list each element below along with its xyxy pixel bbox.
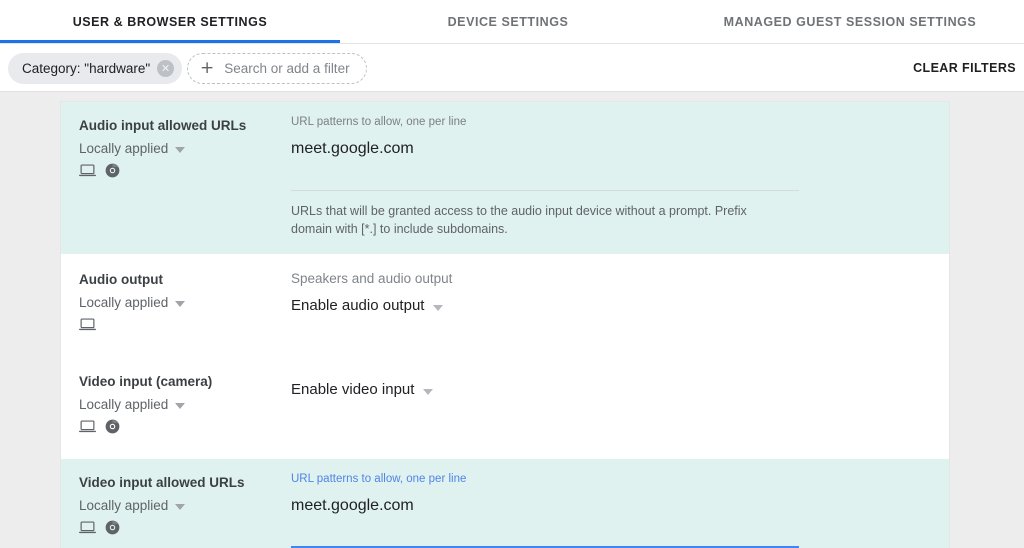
clear-filters-button[interactable]: CLEAR FILTERS	[913, 44, 1016, 92]
policy-scope-label: Locally applied	[79, 295, 169, 310]
field-help-text: URLs that will be granted access to the …	[291, 204, 747, 236]
policy-scope-selector[interactable]: Locally applied	[79, 293, 186, 312]
laptop-icon	[79, 419, 96, 439]
policy-scope-label: Locally applied	[79, 141, 169, 156]
add-filter-input[interactable]: + Search or add a filter	[187, 53, 367, 84]
add-filter-placeholder: Search or add a filter	[224, 61, 350, 76]
settings-tab-bar: USER & BROWSER SETTINGS DEVICE SETTINGS …	[0, 0, 1024, 44]
policy-name: Video input allowed URLs	[79, 475, 245, 490]
policy-scope-selector[interactable]: Locally applied	[79, 139, 186, 158]
chevron-down-icon	[433, 304, 444, 311]
close-icon[interactable]: ✕	[157, 60, 175, 77]
policy-platform-icons	[79, 317, 291, 337]
policy-name: Audio input allowed URLs	[79, 118, 247, 133]
tab-user-browser-settings[interactable]: USER & BROWSER SETTINGS	[0, 15, 340, 29]
policy-scope-label: Locally applied	[79, 498, 169, 513]
chevron-down-icon	[423, 388, 434, 395]
video-input-select[interactable]: Enable video input	[291, 379, 434, 401]
policy-scope-label: Locally applied	[79, 397, 169, 412]
chevron-down-icon	[175, 146, 186, 153]
filter-chip-label: Category: "hardware"	[22, 61, 151, 76]
policy-value-area: Speakers and audio output Enable audio o…	[291, 269, 949, 335]
url-patterns-textarea[interactable]: meet.google.com	[291, 138, 919, 160]
plus-icon: +	[200, 58, 215, 78]
policy-platform-icons	[79, 419, 291, 439]
policy-scope-selector[interactable]: Locally applied	[79, 496, 186, 515]
policy-name: Audio output	[79, 272, 163, 287]
field-static-label: Speakers and audio output	[291, 271, 453, 286]
policy-row-video-input-allowed-urls[interactable]: Video input allowed URLs Locally applied	[61, 459, 949, 548]
filter-chip-category[interactable]: Category: "hardware" ✕	[8, 53, 183, 84]
policy-name: Video input (camera)	[79, 374, 213, 389]
chevron-down-icon	[175, 402, 186, 409]
url-patterns-textarea[interactable]: meet.google.com	[291, 495, 919, 517]
field-label: URL patterns to allow, one per line	[291, 473, 467, 485]
laptop-icon	[79, 163, 96, 183]
policy-value-area: URL patterns to allow, one per line meet…	[291, 472, 949, 548]
policy-row-audio-output[interactable]: Audio output Locally applied Speakers an…	[61, 254, 949, 345]
tab-managed-guest-session-settings[interactable]: MANAGED GUEST SESSION SETTINGS	[676, 15, 1024, 29]
field-label: URL patterns to allow, one per line	[291, 116, 467, 128]
policy-meta: Audio output Locally applied	[79, 269, 291, 335]
policy-list-card: Audio input allowed URLs Locally applied	[60, 101, 950, 548]
video-input-select-value: Enable video input	[291, 381, 415, 398]
policy-row-video-input-camera[interactable]: Video input (camera) Locally applied Ena…	[61, 345, 949, 459]
policy-meta: Audio input allowed URLs Locally applied	[79, 115, 291, 238]
chrome-icon	[105, 163, 120, 183]
policy-value-area: Enable video input	[291, 371, 949, 437]
chrome-icon	[105, 520, 120, 540]
laptop-icon	[79, 317, 96, 337]
filter-bar: Category: "hardware" ✕ + Search or add a…	[0, 44, 1024, 92]
laptop-icon	[79, 520, 96, 540]
policy-platform-icons	[79, 520, 291, 540]
audio-output-select-value: Enable audio output	[291, 297, 425, 314]
tab-device-settings[interactable]: DEVICE SETTINGS	[340, 15, 676, 29]
policy-platform-icons	[79, 163, 291, 183]
policy-meta: Video input (camera) Locally applied	[79, 371, 291, 437]
policy-scope-selector[interactable]: Locally applied	[79, 395, 186, 414]
chrome-icon	[105, 419, 120, 439]
policy-meta: Video input allowed URLs Locally applied	[79, 472, 291, 548]
chevron-down-icon	[175, 300, 186, 307]
policy-row-audio-input-allowed-urls[interactable]: Audio input allowed URLs Locally applied	[61, 102, 949, 254]
audio-output-select[interactable]: Enable audio output	[291, 295, 444, 317]
settings-content-area: Audio input allowed URLs Locally applied	[0, 92, 1024, 548]
policy-value-area: URL patterns to allow, one per line meet…	[291, 115, 949, 238]
field-underline	[291, 190, 799, 191]
chevron-down-icon	[175, 503, 186, 510]
active-tab-indicator	[0, 40, 340, 43]
